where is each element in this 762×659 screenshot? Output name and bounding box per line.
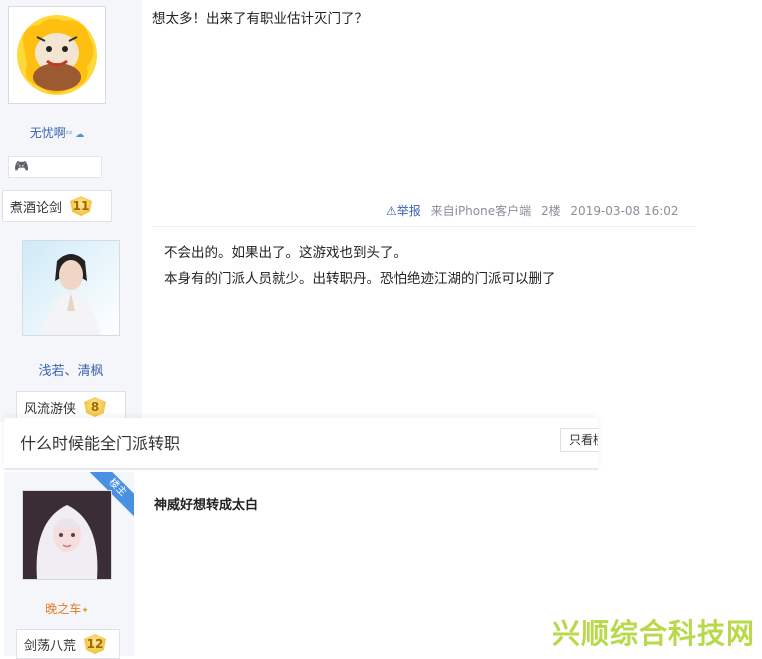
level-icon: 8: [84, 397, 107, 417]
avatar[interactable]: [8, 6, 106, 104]
thread-title: 什么时候能全门派转职: [20, 434, 181, 453]
sparkle-icon: ✦: [81, 606, 89, 616]
username[interactable]: 晚之车✦: [22, 600, 112, 617]
username-text[interactable]: 晚之车: [45, 602, 81, 616]
post-content: 不会出的。如果出了。这游戏也到头了。 本身有的门派人员就少。出转职丹。恐怕绝迹江…: [164, 240, 556, 292]
header-divider: [4, 468, 598, 470]
rank-title: 剑荡八荒: [24, 638, 77, 654]
username-text[interactable]: 无忧啊: [30, 126, 66, 140]
source-text[interactable]: 来自iPhone客户端: [431, 204, 532, 218]
report-link[interactable]: 举报: [397, 204, 421, 218]
gamepad-icon: 🎮: [14, 159, 29, 173]
rank-badge: 剑荡八荒 12: [16, 629, 120, 659]
avatar[interactable]: [22, 240, 120, 336]
floor-number: 2楼: [540, 204, 561, 218]
content-line: 不会出的。如果出了。这游戏也到头了。: [164, 245, 407, 261]
warning-icon: ⚠: [386, 204, 397, 218]
divider: [152, 226, 696, 227]
avatar-tiger-image: [9, 7, 105, 103]
game-badge: 🎮: [8, 156, 102, 178]
username[interactable]: 无忧啊ᶻᶻ ☁: [8, 124, 106, 141]
rank-badge: 煮酒论剑 11: [2, 190, 112, 222]
watermark: 兴顺综合科技网: [552, 617, 756, 650]
only-host-button[interactable]: 只看楼: [560, 428, 598, 452]
avatar-man-image: [23, 241, 119, 335]
avatar[interactable]: [22, 490, 112, 580]
post-time: 2019-03-08 16:02: [570, 204, 679, 218]
rank-title: 煮酒论剑: [10, 200, 63, 216]
level-icon: 12: [84, 634, 107, 654]
thread-header: 什么时候能全门派转职 只看楼: [4, 418, 598, 470]
avatar-girl-image: [23, 491, 111, 579]
username[interactable]: 浅若、清枫: [22, 360, 120, 379]
post-meta: ⚠举报 来自iPhone客户端 2楼 2019-03-08 16:02: [386, 202, 679, 219]
post-content: 神威好想转成太白: [154, 498, 259, 513]
post-content: 想太多！出来了有职业估计灭门了？: [152, 11, 368, 27]
level-icon: 11: [70, 196, 93, 216]
content-line: 本身有的门派人员就少。出转职丹。恐怕绝迹江湖的门派可以删了: [164, 271, 556, 287]
rank-title: 风流游侠: [24, 401, 77, 417]
sleep-zz-icon: ᶻᶻ ☁: [65, 130, 85, 140]
